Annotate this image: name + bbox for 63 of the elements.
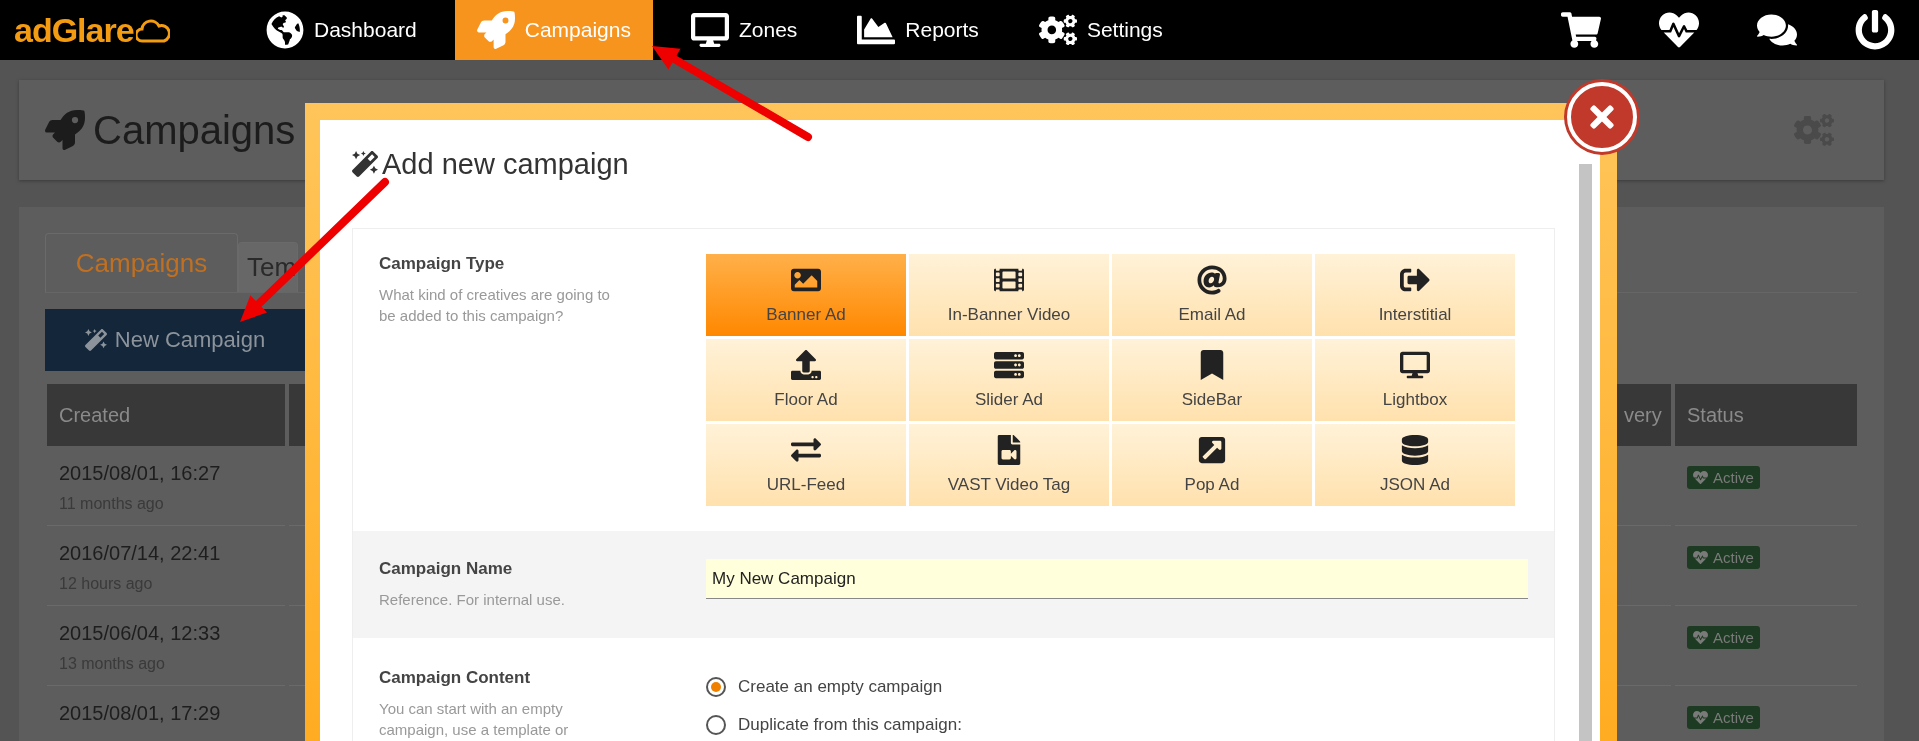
heartbeat-icon — [1693, 550, 1708, 565]
column-header: Status — [1675, 384, 1857, 446]
radio-label: Create an empty campaign — [738, 677, 943, 697]
magic-wand-icon — [352, 151, 378, 177]
scrollbar[interactable] — [1579, 164, 1592, 741]
campaign-type-option[interactable]: In-Banner Video — [909, 254, 1109, 336]
status-badge: Active — [1687, 466, 1760, 489]
nav-item[interactable]: Reports — [835, 0, 1001, 60]
campaign-type-option[interactable]: Pop Ad — [1112, 424, 1312, 506]
page-title: Campaigns — [93, 107, 296, 153]
campaign-type-option[interactable]: Interstitial — [1315, 254, 1515, 336]
rocket-icon — [476, 11, 515, 49]
created-date: 2015/08/01, 17:29 — [59, 702, 222, 725]
status-badge: Active — [1687, 626, 1760, 649]
field-label: Campaign Name — [379, 559, 514, 579]
column-header: Created — [47, 384, 285, 446]
modal-title: Add new campaign — [382, 147, 629, 181]
field-label: Campaign Type — [379, 254, 506, 274]
nav-item[interactable]: Settings — [1016, 0, 1185, 60]
at-icon — [1197, 265, 1227, 295]
cart-icon[interactable] — [1561, 10, 1601, 50]
stacked-bars-icon — [994, 350, 1024, 380]
status-badge: Active — [1687, 546, 1760, 569]
campaign-type-option[interactable]: Email Ad — [1112, 254, 1312, 336]
radio-button[interactable] — [706, 715, 726, 735]
campaign-type-option[interactable]: Slider Ad — [909, 339, 1109, 421]
heartbeat-icon — [1693, 710, 1708, 725]
heartbeat-icon — [1693, 470, 1708, 485]
created-date: 2016/07/14, 22:41 — [59, 542, 222, 565]
status-badge: Active — [1687, 706, 1760, 729]
power-icon[interactable] — [1855, 10, 1895, 50]
new-campaign-button[interactable]: New Campaign — [45, 309, 305, 371]
created-date: 2015/08/01, 16:27 — [59, 462, 222, 485]
monitor-icon — [690, 11, 729, 49]
monitor-icon — [1400, 350, 1430, 380]
cloud-icon — [135, 17, 170, 43]
radio-button[interactable] — [706, 677, 726, 697]
upload-icon — [791, 350, 821, 380]
globe-icon — [266, 11, 304, 49]
nav-item[interactable]: Zones — [668, 0, 820, 60]
heartbeat-icon[interactable] — [1659, 10, 1699, 50]
campaign-type-option[interactable]: Floor Ad — [706, 339, 906, 421]
field-help: You can start with an empty campaign, use a template or — [379, 699, 570, 740]
campaign-type-option[interactable]: Lightbox — [1315, 339, 1515, 421]
field-help: What kind of creatives are going to be added to this campaign? — [379, 285, 611, 326]
external-link-icon — [1197, 435, 1227, 465]
campaign-type-option[interactable]: VAST Video Tag — [909, 424, 1109, 506]
campaign-type-option[interactable]: URL-Feed — [706, 424, 906, 506]
logo[interactable]: adGlare — [14, 10, 134, 50]
field-label: Campaign Content — [379, 668, 532, 688]
field-help: Reference. For internal use. — [379, 590, 566, 610]
campaign-name-field[interactable]: My New Campaign — [706, 559, 1528, 599]
heartbeat-icon — [1693, 630, 1708, 645]
campaign-type-option[interactable]: Banner Ad — [706, 254, 906, 336]
campaign-type-option[interactable]: SideBar — [1112, 339, 1312, 421]
rocket-icon — [45, 110, 85, 150]
radio-label: Duplicate from this campaign: — [738, 715, 962, 735]
campaign-type-option[interactable]: JSON Ad — [1315, 424, 1515, 506]
swap-arrows-icon — [791, 435, 821, 465]
nav-item[interactable]: Dashboard — [244, 0, 439, 60]
magic-wand-icon — [84, 329, 107, 351]
database-icon — [1400, 435, 1430, 465]
created-date: 2015/06/04, 12:33 — [59, 622, 222, 645]
